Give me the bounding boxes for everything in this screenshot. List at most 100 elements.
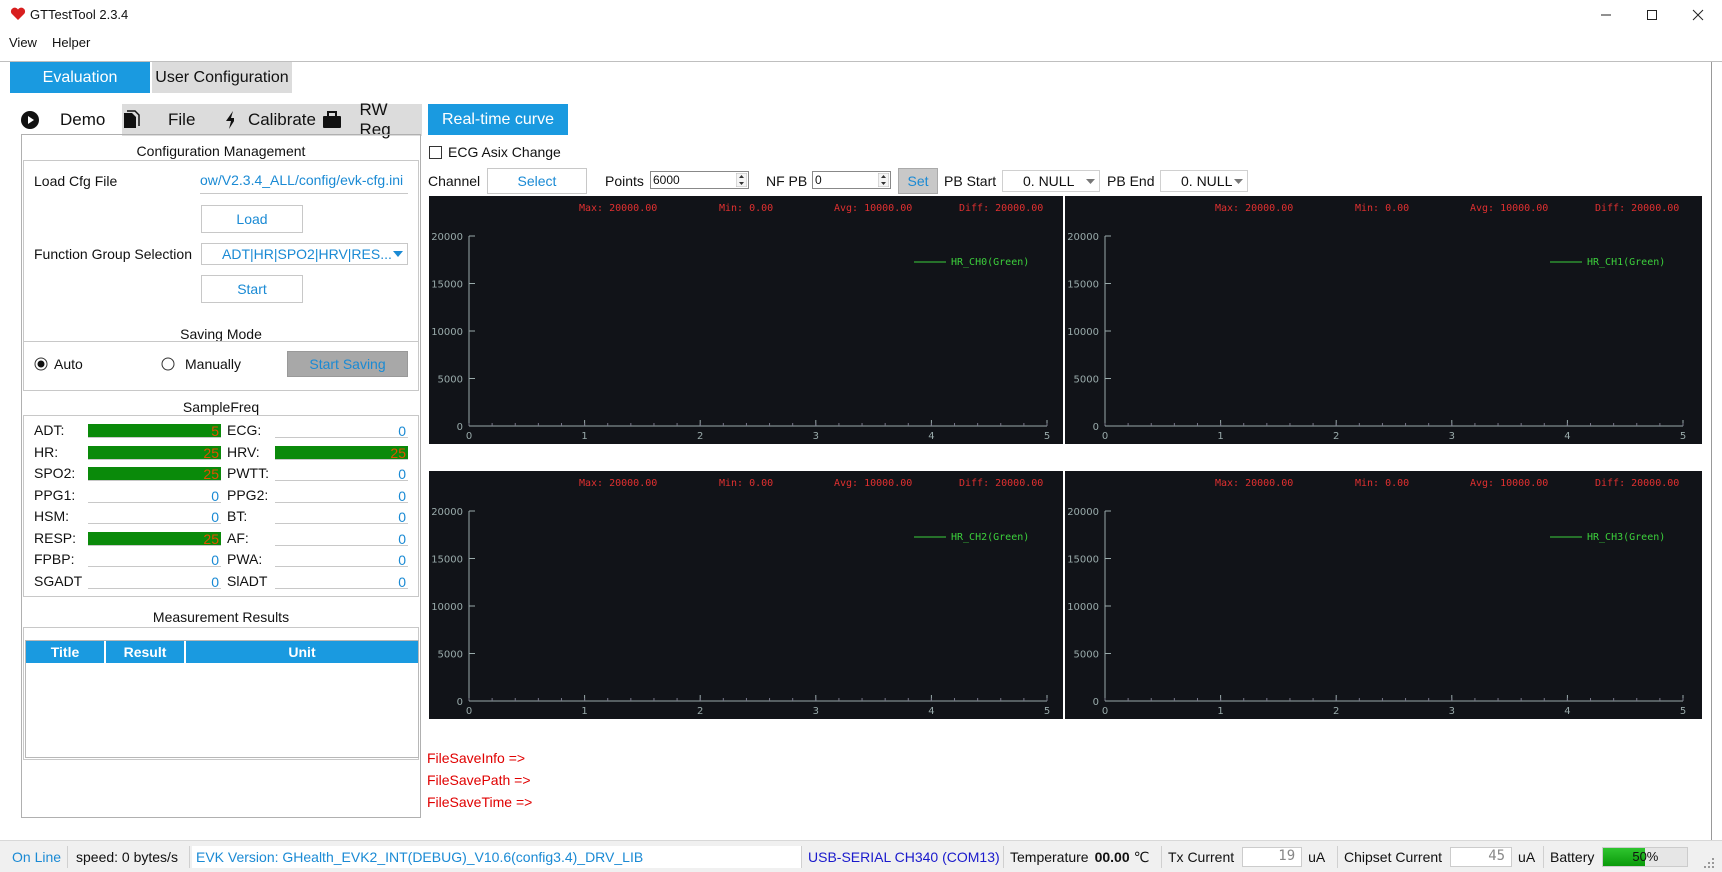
y-tick-label: 5000 bbox=[438, 375, 463, 386]
chart-stat-max: Max: 20000.00 bbox=[1215, 478, 1293, 489]
y-tick-label: 0 bbox=[457, 697, 463, 708]
chart-panel-3: 0 1 2 3 4 5 0 5000 10000 15000 20000 Max: 20000.00 M… bbox=[1065, 471, 1702, 719]
samplefreq-bar-fill bbox=[88, 531, 221, 545]
samplefreq-bar-fill bbox=[88, 445, 221, 459]
col-title[interactable]: Title bbox=[26, 641, 106, 663]
start-button[interactable]: Start bbox=[201, 275, 303, 303]
minimize-icon[interactable] bbox=[1583, 0, 1629, 30]
status-temperature: Temperature 00.00 ℃ bbox=[1006, 846, 1162, 868]
x-tick-label: 5 bbox=[1680, 706, 1686, 717]
window-title: GTTestTool 2.3.4 bbox=[30, 7, 129, 22]
y-tick-label: 20000 bbox=[431, 232, 463, 243]
chart-stat-diff: Diff: 20000.00 bbox=[1595, 203, 1679, 214]
y-tick-label: 10000 bbox=[431, 327, 463, 338]
status-speed: speed: 0 bytes/s bbox=[70, 846, 190, 868]
samplefreq-label: ADT: bbox=[34, 422, 65, 438]
x-tick-label: 0 bbox=[466, 431, 472, 442]
function-group-select[interactable]: ADT|HR|SPO2|HRV|RES... bbox=[201, 243, 408, 265]
start-saving-button[interactable]: Start Saving bbox=[287, 351, 408, 377]
points-spinbox[interactable]: 6000 bbox=[650, 171, 749, 189]
samplefreq-label: ECG: bbox=[227, 422, 262, 438]
nfpb-spinbox[interactable]: 0 bbox=[812, 171, 891, 189]
close-icon[interactable] bbox=[1675, 0, 1721, 30]
y-tick-label: 5000 bbox=[438, 650, 463, 661]
maximize-icon[interactable] bbox=[1629, 0, 1675, 30]
resize-grip-icon[interactable] bbox=[1702, 856, 1716, 870]
play-icon bbox=[21, 111, 39, 129]
tab-demo[interactable]: Demo bbox=[20, 104, 120, 136]
tab-calibrate[interactable]: Calibrate bbox=[224, 104, 316, 136]
lightning-icon bbox=[226, 111, 234, 129]
tab-realtime-curve[interactable]: Real-time curve bbox=[428, 104, 568, 135]
radio-auto[interactable]: Auto bbox=[34, 356, 83, 372]
menu-helper[interactable]: Helper bbox=[52, 35, 90, 50]
tab-evaluation[interactable]: Evaluation bbox=[10, 62, 150, 93]
samplefreq-bar: 25 bbox=[275, 445, 408, 461]
tab-file[interactable]: File bbox=[122, 104, 212, 136]
tab-rw-reg[interactable]: RW Reg bbox=[322, 100, 422, 139]
spin-arrows-icon[interactable] bbox=[736, 173, 747, 187]
ecg-axis-change-label: ECG Asix Change bbox=[448, 144, 561, 160]
ecg-axis-change-checkbox[interactable]: ECG Asix Change bbox=[429, 144, 561, 160]
set-button[interactable]: Set bbox=[898, 168, 938, 194]
battery-label: Battery bbox=[1550, 849, 1595, 865]
status-chipset-current: Chipset Current 45 uA bbox=[1340, 846, 1544, 868]
x-tick-label: 1 bbox=[581, 431, 587, 442]
pb-end-select[interactable]: 0. NULL bbox=[1160, 170, 1248, 192]
samplefreq-label: HRV: bbox=[227, 443, 260, 460]
chipset-current-value: 45 bbox=[1450, 847, 1513, 867]
x-tick-label: 0 bbox=[1102, 431, 1108, 442]
pb-start-select[interactable]: 0. NULL bbox=[1002, 170, 1100, 192]
samplefreq-value: 0 bbox=[398, 487, 406, 504]
spin-arrows-icon[interactable] bbox=[878, 173, 889, 187]
file-save-info: FileSaveInfo => bbox=[427, 750, 526, 766]
samplefreq-value: 0 bbox=[398, 552, 406, 568]
saving-mode-title: Saving Mode bbox=[180, 326, 262, 342]
samplefreq-bar: 0 bbox=[275, 574, 408, 590]
panel-border bbox=[1711, 62, 1712, 842]
channel-select-button[interactable]: Select bbox=[487, 168, 587, 194]
y-tick-label: 20000 bbox=[431, 507, 463, 518]
x-tick-label: 5 bbox=[1680, 431, 1686, 442]
chart-stat-avg: Avg: 10000.00 bbox=[834, 478, 912, 489]
samplefreq-label: FPBP: bbox=[34, 551, 75, 567]
samplefreq-label: SGADT bbox=[34, 572, 83, 589]
temperature-unit: ℃ bbox=[1133, 848, 1150, 865]
tx-current-label: Tx Current bbox=[1168, 849, 1235, 865]
y-tick-label: 10000 bbox=[1067, 327, 1099, 338]
load-button[interactable]: Load bbox=[201, 205, 303, 233]
samplefreq-value: 25 bbox=[203, 444, 219, 461]
legend-label: HR_CH3(Green) bbox=[1587, 532, 1665, 543]
menu-bar: View Helper bbox=[0, 30, 1722, 62]
radio-manually[interactable]: Manually bbox=[161, 356, 241, 372]
chart-stat-min: Min: 0.00 bbox=[719, 478, 773, 489]
channel-label: Channel bbox=[428, 173, 481, 189]
samplefreq-title: SampleFreq bbox=[182, 399, 260, 415]
x-tick-label: 4 bbox=[1564, 431, 1570, 442]
battery-bar: 50% bbox=[1602, 847, 1689, 867]
y-tick-label: 10000 bbox=[431, 602, 463, 613]
nfpb-label: NF PB bbox=[766, 173, 808, 189]
file-save-time: FileSaveTime => bbox=[427, 794, 533, 810]
tab-user-configuration[interactable]: User Configuration bbox=[152, 62, 292, 93]
measurement-table-header: Title Result Unit bbox=[26, 641, 418, 663]
samplefreq-bar: 0 bbox=[275, 487, 408, 504]
col-unit[interactable]: Unit bbox=[186, 641, 418, 663]
samplefreq-bar: 0 bbox=[88, 552, 221, 568]
status-evk-version: EVK Version: GHealth_EVK2_INT(DEBUG)_V10… bbox=[192, 846, 802, 868]
briefcase-icon bbox=[323, 111, 341, 128]
cfg-path-field[interactable]: ow/V2.3.4_ALL/config/evk-cfg.ini bbox=[200, 172, 408, 194]
samplefreq-bar-fill bbox=[88, 424, 221, 437]
samplefreq-value: 0 bbox=[398, 530, 406, 547]
tab-calibrate-label: Calibrate bbox=[247, 110, 316, 129]
samplefreq-bar: 0 bbox=[275, 509, 408, 525]
status-online: On Line bbox=[6, 846, 68, 868]
chart-svg: 0 1 2 3 4 5 0 5000 10000 15000 20000 Max: 20000.00 M… bbox=[431, 478, 1050, 717]
chart-stat-avg: Avg: 10000.00 bbox=[1470, 478, 1548, 489]
menu-view[interactable]: View bbox=[9, 35, 37, 50]
samplefreq-label: SlADT bbox=[227, 572, 268, 589]
col-result[interactable]: Result bbox=[106, 641, 186, 663]
samplefreq-value: 0 bbox=[211, 573, 219, 590]
samplefreq-value: 0 bbox=[211, 487, 219, 504]
points-label: Points bbox=[605, 173, 644, 189]
